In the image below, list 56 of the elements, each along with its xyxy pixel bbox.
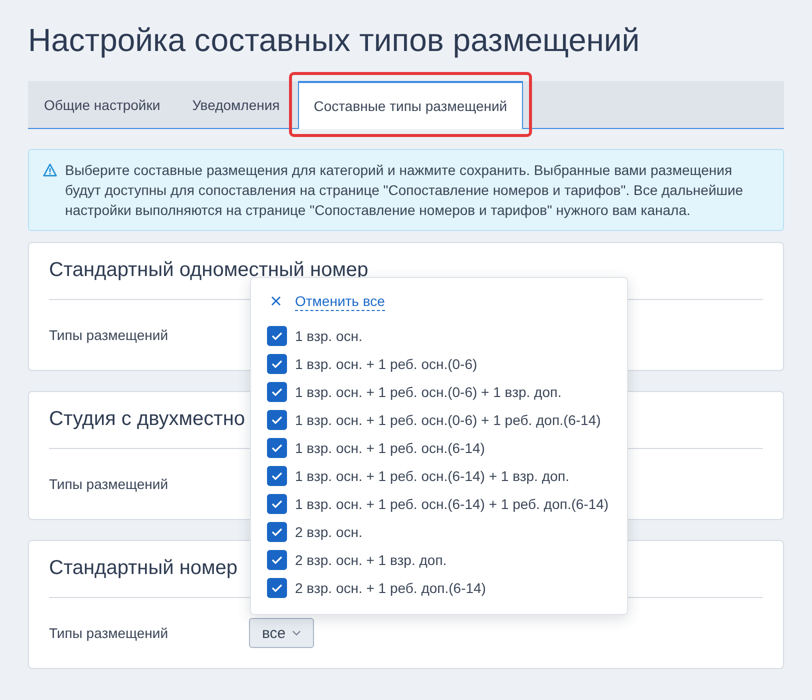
checkmark-icon (271, 331, 283, 341)
option-item[interactable]: 1 взр. осн. + 1 реб. осн.(0-6) (267, 350, 611, 378)
checkbox[interactable] (267, 326, 287, 346)
checkbox[interactable] (267, 550, 287, 570)
option-label: 1 взр. осн. + 1 реб. осн.(0-6) (295, 356, 478, 372)
checkmark-icon (271, 555, 283, 565)
clear-all-link[interactable]: Отменить все (295, 292, 385, 310)
checkbox[interactable] (267, 466, 287, 486)
checkbox[interactable] (267, 354, 287, 374)
option-item[interactable]: 2 взр. осн. + 1 реб. доп.(6-14) (267, 574, 611, 602)
category-title: Стандартный номер (49, 557, 238, 579)
checkmark-icon (271, 415, 283, 425)
checkbox[interactable] (267, 494, 287, 514)
option-label: 1 взр. осн. + 1 реб. осн.(6-14) + 1 взр. доп. (295, 468, 570, 484)
option-item[interactable]: 1 взр. осн. + 1 реб. осн.(0-6) + 1 реб. доп.(6-14) (267, 406, 611, 434)
tab[interactable]: Уведомления (176, 81, 296, 128)
checkbox[interactable] (267, 410, 287, 430)
checkbox[interactable] (267, 522, 287, 542)
checkmark-icon (271, 499, 283, 509)
tab[interactable]: Общие настройки (28, 81, 176, 128)
option-item[interactable]: 1 взр. осн. (267, 322, 611, 350)
option-item[interactable]: 2 взр. осн. (267, 518, 611, 546)
checkmark-icon (271, 387, 283, 397)
option-label: 1 взр. осн. (295, 328, 362, 344)
option-label: 1 взр. осн. + 1 реб. осн.(6-14) (295, 440, 485, 456)
option-item[interactable]: 1 взр. осн. + 1 реб. осн.(6-14) + 1 реб. доп.(6-14) (267, 490, 611, 518)
option-item[interactable]: 1 взр. осн. + 1 реб. осн.(6-14) + 1 взр. доп. (267, 462, 611, 490)
option-item[interactable]: 2 взр. осн. + 1 взр. доп. (267, 546, 611, 574)
select-dropdown[interactable]: все (249, 618, 314, 648)
alert-text: Выберите составные размещения для категорий и нажмите сохранить. Выбранные вами размещения будут доступны для сопоставления на странице "Сопоставление номеров и тарифов". Все дальнейшие настройки выполняются на странице "Сопоставление номеров и тарифов" нужного вам канала. (65, 161, 744, 220)
checkmark-icon (271, 443, 283, 453)
warning-icon (43, 163, 57, 177)
checkmark-icon (271, 359, 283, 369)
field-label: Типы размещений (49, 476, 170, 492)
chevron-down-icon (292, 630, 301, 636)
option-label: 2 взр. осн. + 1 взр. доп. (295, 552, 447, 568)
checkmark-icon (271, 471, 283, 481)
checkmark-icon (271, 527, 283, 537)
option-label: 1 взр. осн. + 1 реб. осн.(0-6) + 1 взр. доп. (295, 384, 562, 400)
tab[interactable]: Составные типы размещений (298, 81, 524, 129)
checkbox[interactable] (267, 438, 287, 458)
option-label: 2 взр. осн. (295, 524, 362, 540)
checkmark-icon (271, 583, 283, 593)
category-title: Студия с двухместно (49, 408, 246, 430)
checkbox[interactable] (267, 578, 287, 598)
option-item[interactable]: 1 взр. осн. + 1 реб. осн.(0-6) + 1 взр. доп. (267, 378, 611, 406)
option-label: 1 взр. осн. + 1 реб. осн.(6-14) + 1 реб. доп.(6-14) (295, 496, 609, 512)
field-label: Типы размещений (49, 625, 170, 641)
field-label: Типы размещений (49, 327, 170, 343)
close-icon (271, 296, 281, 306)
option-label: 2 взр. осн. + 1 реб. доп.(6-14) (295, 580, 486, 596)
option-label: 1 взр. осн. + 1 реб. осн.(0-6) + 1 реб. доп.(6-14) (295, 412, 601, 428)
checkbox[interactable] (267, 382, 287, 402)
option-item[interactable]: 1 взр. осн. + 1 реб. осн.(6-14) (267, 434, 611, 462)
category-title: Стандартный одноместный номер (49, 259, 368, 281)
page-title: Настройка составных типов размещений (28, 21, 640, 60)
